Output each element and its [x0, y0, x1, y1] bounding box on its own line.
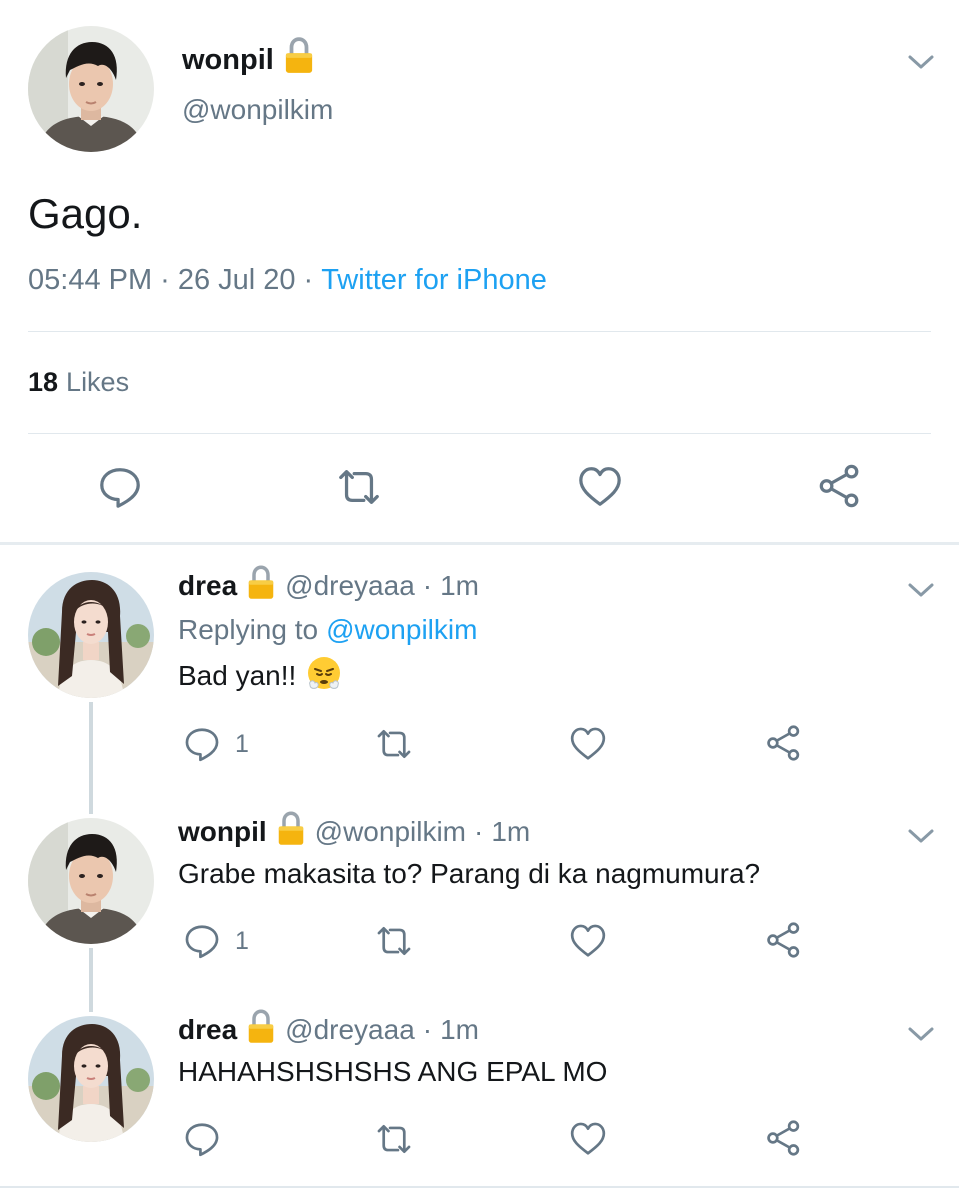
reply-author-name[interactable]: drea: [178, 1014, 237, 1046]
reply-text-content: HAHAHSHSHSHS ANG EPAL MO: [178, 1056, 608, 1087]
reply-button[interactable]: 1: [183, 922, 249, 960]
main-tweet-date: 26 Jul 20: [177, 264, 296, 296]
lock-icon: [247, 1009, 275, 1052]
reply-avatar[interactable]: [28, 572, 154, 698]
reply-count: 1: [235, 729, 249, 758]
reply-header: wonpil @wonpilkim · 1m: [178, 812, 530, 852]
thread-line: [89, 702, 93, 814]
reply-button[interactable]: [97, 464, 143, 510]
reply-text-content: Bad yan!!: [178, 660, 297, 691]
chevron-down-icon[interactable]: [906, 1024, 936, 1049]
reply-avatar[interactable]: [28, 1016, 154, 1142]
like-icon: [569, 725, 607, 763]
main-tweet-meta: 05:44 PM · 26 Jul 20 · Twitter for iPhon…: [28, 264, 547, 297]
main-tweet-source-link[interactable]: Twitter for iPhone: [321, 264, 547, 297]
reply-text-content: Grabe makasita to? Parang di ka nagmumur…: [178, 858, 761, 889]
like-icon: [577, 464, 623, 510]
retweet-button[interactable]: [372, 1120, 416, 1158]
share-icon: [817, 462, 863, 510]
reply-icon: [183, 1120, 221, 1158]
reply-dot: ·: [474, 816, 484, 847]
like-icon: [569, 922, 607, 960]
reply-author-name[interactable]: drea: [178, 570, 237, 602]
reply-icon: [183, 922, 221, 960]
like-button[interactable]: [569, 1120, 607, 1158]
retweet-icon: [372, 1120, 416, 1158]
share-button[interactable]: [765, 1118, 803, 1158]
share-icon: [765, 1118, 803, 1158]
thread-line: [89, 948, 93, 1012]
share-icon: [765, 920, 803, 960]
divider: [28, 433, 931, 434]
lock-icon: [247, 565, 275, 608]
replying-to: Replying to @wonpilkim: [178, 614, 477, 646]
main-tweet-author-name[interactable]: wonpil: [182, 40, 314, 80]
lock-icon: [284, 37, 314, 83]
bottom-divider: [0, 1186, 959, 1188]
reply-icon: [97, 464, 143, 510]
meta-separator: ·: [160, 264, 170, 296]
likes-label: Likes: [66, 367, 130, 397]
reply-text: Grabe makasita to? Parang di ka nagmumur…: [178, 854, 760, 894]
reply-time: 1m: [491, 816, 531, 847]
divider: [28, 331, 931, 332]
like-button[interactable]: [577, 464, 623, 510]
reply-text: HAHAHSHSHSHS ANG EPAL MO: [178, 1052, 607, 1092]
like-button[interactable]: [569, 725, 607, 763]
share-button[interactable]: [817, 462, 863, 510]
retweet-icon: [372, 922, 416, 960]
likes-count: 18: [28, 367, 59, 397]
reply-dot: ·: [422, 1014, 433, 1045]
reply-header: drea @dreyaaa · 1m: [178, 1010, 479, 1050]
reply-button[interactable]: [183, 1120, 221, 1158]
meta-separator: ·: [303, 264, 314, 296]
reply-author-handle[interactable]: @dreyaaa: [285, 1014, 415, 1046]
retweet-button[interactable]: [372, 922, 416, 960]
reply-text: Bad yan!!: [178, 656, 342, 696]
section-divider: [0, 542, 959, 545]
replying-to-label: Replying to: [178, 614, 319, 645]
reply-button[interactable]: 1: [183, 725, 249, 763]
reply-author-name[interactable]: wonpil: [178, 816, 267, 848]
main-tweet-name[interactable]: wonpil: [182, 44, 274, 77]
retweet-icon: [334, 464, 384, 510]
retweet-icon: [372, 725, 416, 763]
main-tweet-handle[interactable]: @wonpilkim: [182, 94, 333, 126]
like-icon: [569, 1120, 607, 1158]
reply-time: 1m: [440, 1014, 479, 1045]
share-button[interactable]: [765, 723, 803, 763]
lock-icon: [277, 811, 305, 854]
chevron-down-icon[interactable]: [906, 580, 936, 605]
chevron-down-icon[interactable]: [906, 826, 936, 851]
retweet-button[interactable]: [372, 725, 416, 763]
steam-from-nose-emoji: [306, 655, 342, 698]
replying-to-link[interactable]: @wonpilkim: [326, 614, 477, 645]
reply-dot: ·: [422, 570, 433, 601]
reply-count: 1: [235, 926, 249, 955]
reply-avatar[interactable]: [28, 818, 154, 944]
retweet-button[interactable]: [334, 464, 384, 510]
reply-header: drea @dreyaaa · 1m: [178, 566, 479, 606]
share-button[interactable]: [765, 920, 803, 960]
main-tweet-likes[interactable]: 18 Likes: [28, 367, 129, 398]
share-icon: [765, 723, 803, 763]
chevron-down-icon[interactable]: [906, 52, 936, 77]
main-tweet-text: Gago.: [28, 190, 143, 237]
main-tweet-avatar[interactable]: [28, 26, 154, 152]
reply-time: 1m: [440, 570, 479, 601]
reply-icon: [183, 725, 221, 763]
main-tweet-time: 05:44 PM: [28, 264, 153, 296]
reply-author-handle[interactable]: @dreyaaa: [285, 570, 415, 602]
reply-author-handle[interactable]: @wonpilkim: [315, 816, 466, 848]
like-button[interactable]: [569, 922, 607, 960]
